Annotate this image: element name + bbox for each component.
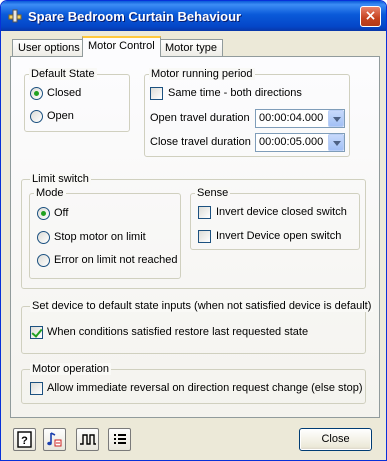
window-close-button[interactable]: × (360, 6, 381, 27)
music-note-icon (47, 432, 62, 447)
motor-operation-legend: Motor operation (30, 363, 112, 375)
limit-mode-error-radio[interactable] (37, 254, 50, 267)
help-button[interactable]: ? (13, 428, 36, 451)
default-state-legend: Default State (29, 68, 97, 80)
wrench-app-icon (8, 9, 22, 23)
invert-open-checkbox[interactable] (198, 230, 211, 243)
invert-closed-checkbox[interactable] (198, 206, 211, 219)
open-travel-duration-combo[interactable]: 00:00:04.000 (255, 109, 345, 128)
title-bar[interactable]: Spare Bedroom Curtain Behaviour × (1, 1, 386, 31)
reversal-label[interactable]: Allow immediate reversal on direction re… (47, 382, 363, 394)
invert-open-label[interactable]: Invert Device open switch (216, 230, 341, 242)
restore-state-label[interactable]: When conditions satisfied restore last r… (47, 326, 308, 338)
tab-motor-control[interactable]: Motor Control (82, 36, 161, 57)
default-state-open-label[interactable]: Open (47, 110, 74, 122)
limit-mode-off-label[interactable]: Off (54, 207, 68, 219)
restore-state-checkbox[interactable] (30, 326, 43, 339)
chevron-down-icon[interactable] (328, 134, 344, 151)
limit-sense-legend: Sense (195, 187, 231, 199)
limit-mode-stop-radio[interactable] (37, 231, 50, 244)
close-travel-label: Close travel duration (150, 136, 251, 148)
default-inputs-legend: Set device to default state inputs (when… (30, 300, 374, 312)
close-button[interactable]: Close (299, 428, 372, 451)
svg-text:?: ? (21, 435, 28, 447)
default-state-open-radio[interactable] (30, 110, 43, 123)
open-travel-label: Open travel duration (150, 112, 250, 124)
help-icon: ? (17, 431, 32, 448)
sound-button[interactable] (43, 428, 66, 451)
chevron-down-icon[interactable] (328, 110, 344, 127)
close-travel-duration-value[interactable]: 00:00:05.000 (259, 136, 323, 148)
tab-user-options[interactable]: User options (12, 39, 86, 57)
limit-switch-legend: Limit switch (30, 173, 91, 185)
window-title: Spare Bedroom Curtain Behaviour (28, 9, 242, 24)
motor-running-period-legend: Motor running period (149, 68, 255, 80)
default-state-closed-radio[interactable] (30, 87, 43, 100)
limit-mode-legend: Mode (34, 187, 66, 199)
list-icon (114, 434, 126, 444)
limit-mode-stop-label[interactable]: Stop motor on limit (54, 231, 146, 243)
default-state-closed-label[interactable]: Closed (47, 87, 81, 99)
limit-mode-error-label[interactable]: Error on limit not reached (54, 254, 178, 266)
default-state-group: Default State (24, 68, 130, 132)
tab-motor-type[interactable]: Motor type (159, 39, 223, 57)
limit-mode-off-radio[interactable] (37, 207, 50, 220)
close-travel-duration-combo[interactable]: 00:00:05.000 (255, 133, 345, 152)
same-time-label[interactable]: Same time - both directions (168, 87, 302, 99)
same-time-checkbox[interactable] (150, 87, 163, 100)
pulse-wave-icon (80, 434, 96, 445)
invert-closed-label[interactable]: Invert device closed switch (216, 206, 347, 218)
open-travel-duration-value[interactable]: 00:00:04.000 (259, 112, 323, 124)
reversal-checkbox[interactable] (30, 382, 43, 395)
pulse-button[interactable] (76, 428, 99, 451)
dialog-window: Spare Bedroom Curtain Behaviour × User o… (0, 0, 387, 461)
log-button[interactable] (108, 428, 131, 451)
